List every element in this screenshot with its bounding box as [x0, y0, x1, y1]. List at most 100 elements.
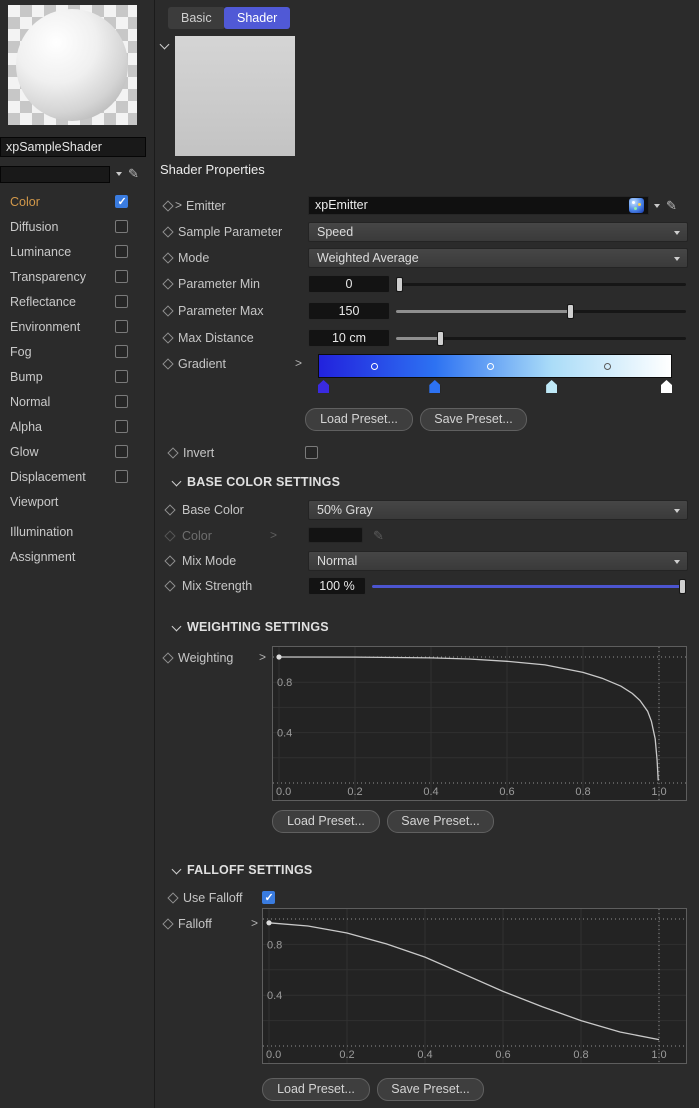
- max-distance-field[interactable]: 10 cm: [308, 329, 390, 347]
- parameter-max-field[interactable]: 150: [308, 302, 390, 320]
- dropdown-caret-icon[interactable]: [116, 172, 122, 176]
- key-diamond-icon[interactable]: [164, 580, 176, 592]
- channel-luminance-checkbox[interactable]: [115, 245, 128, 258]
- section-falloff-settings[interactable]: FALLOFF SETTINGS: [155, 861, 699, 881]
- material-preview[interactable]: [8, 5, 137, 125]
- use-falloff-checkbox[interactable]: [262, 891, 275, 904]
- channel-displacement[interactable]: Displacement: [0, 466, 154, 491]
- edit-pencil-icon[interactable]: ✎: [128, 165, 139, 182]
- shader-preview-swatch[interactable]: [175, 36, 295, 156]
- key-diamond-icon[interactable]: [164, 504, 176, 516]
- key-diamond-icon[interactable]: [162, 305, 174, 317]
- gradient-knot[interactable]: [546, 380, 558, 393]
- slider-knob[interactable]: [679, 579, 686, 594]
- channel-diffusion-checkbox[interactable]: [115, 220, 128, 233]
- load-preset-button[interactable]: Load Preset...: [305, 408, 413, 431]
- gradient-knot[interactable]: [429, 380, 441, 393]
- slider-knob[interactable]: [567, 304, 574, 319]
- mix-mode-dropdown[interactable]: Normal: [308, 551, 688, 571]
- key-diamond-icon[interactable]: [167, 447, 179, 459]
- weighting-curve-editor[interactable]: 0.8 0.4 0.0 0.2 0.4 0.6 0.8 1.0: [272, 646, 687, 801]
- dropdown-caret-icon[interactable]: [654, 204, 660, 208]
- slider-track[interactable]: [396, 283, 686, 286]
- parameter-max-slider[interactable]: [396, 301, 686, 321]
- edit-pencil-icon[interactable]: ✎: [666, 197, 677, 214]
- slider-knob[interactable]: [396, 277, 403, 292]
- key-diamond-icon[interactable]: [164, 555, 176, 567]
- key-diamond-icon[interactable]: [162, 252, 174, 264]
- material-name-field[interactable]: xpSampleShader: [0, 137, 146, 157]
- collapse-chevron-icon[interactable]: [171, 476, 182, 487]
- channel-transparency-checkbox[interactable]: [115, 270, 128, 283]
- gradient-bias-handle[interactable]: [603, 363, 611, 370]
- svg-text:0.6: 0.6: [495, 1049, 510, 1061]
- preview-expand-chevron[interactable]: [159, 39, 170, 50]
- channel-fog-checkbox[interactable]: [115, 345, 128, 358]
- parameter-min-field[interactable]: 0: [308, 275, 390, 293]
- key-diamond-icon[interactable]: [167, 892, 179, 904]
- base-color-dropdown[interactable]: 50% Gray: [308, 500, 688, 520]
- gradient-bias-handle[interactable]: [371, 363, 379, 370]
- channel-color-checkbox[interactable]: [115, 195, 128, 208]
- tab-basic[interactable]: Basic: [168, 7, 225, 29]
- channel-diffusion[interactable]: Diffusion: [0, 216, 154, 241]
- gradient-knot[interactable]: [661, 380, 672, 393]
- save-preset-button[interactable]: Save Preset...: [377, 1078, 484, 1101]
- channel-displacement-checkbox[interactable]: [115, 470, 128, 483]
- parameter-min-slider[interactable]: [396, 274, 686, 294]
- section-weighting-settings[interactable]: WEIGHTING SETTINGS: [155, 618, 699, 638]
- channel-reflectance[interactable]: Reflectance: [0, 291, 154, 316]
- channel-normal[interactable]: Normal: [0, 391, 154, 416]
- channel-glow-checkbox[interactable]: [115, 445, 128, 458]
- gradient-knot[interactable]: [318, 380, 329, 393]
- row-use-falloff: Use Falloff: [155, 888, 699, 908]
- key-diamond-icon[interactable]: [162, 918, 174, 930]
- key-diamond-icon[interactable]: [162, 226, 174, 238]
- channel-normal-checkbox[interactable]: [115, 395, 128, 408]
- collapse-chevron-icon[interactable]: [171, 864, 182, 875]
- channel-transparency[interactable]: Transparency: [0, 266, 154, 291]
- emitter-link-field[interactable]: xpEmitter: [308, 196, 649, 215]
- key-diamond-icon[interactable]: [162, 358, 174, 370]
- expand-arrow-icon[interactable]: >: [251, 916, 258, 930]
- channel-bump[interactable]: Bump: [0, 366, 154, 391]
- channel-alpha[interactable]: Alpha: [0, 416, 154, 441]
- gradient-bias-handle[interactable]: [487, 363, 495, 370]
- channel-reflectance-checkbox[interactable]: [115, 295, 128, 308]
- load-preset-button[interactable]: Load Preset...: [272, 810, 380, 833]
- expand-arrow-icon[interactable]: >: [259, 650, 266, 664]
- channel-fog[interactable]: Fog: [0, 341, 154, 366]
- key-diamond-icon[interactable]: [162, 652, 174, 664]
- invert-checkbox[interactable]: [305, 446, 318, 459]
- channel-environment-checkbox[interactable]: [115, 320, 128, 333]
- sidebar-item-viewport[interactable]: Viewport: [0, 491, 154, 516]
- mix-strength-field[interactable]: 100 %: [308, 577, 366, 595]
- channel-alpha-checkbox[interactable]: [115, 420, 128, 433]
- mix-strength-slider[interactable]: [372, 576, 686, 596]
- max-distance-slider[interactable]: [396, 328, 686, 348]
- sample-parameter-dropdown[interactable]: Speed: [308, 222, 688, 242]
- collapse-chevron-icon[interactable]: [171, 621, 182, 632]
- channel-bump-checkbox[interactable]: [115, 370, 128, 383]
- sidebar-item-illumination[interactable]: Illumination: [0, 521, 154, 546]
- slider-knob[interactable]: [436, 331, 444, 346]
- tab-shader[interactable]: Shader: [224, 7, 291, 29]
- save-preset-button[interactable]: Save Preset...: [420, 408, 527, 431]
- gradient-bar[interactable]: [318, 354, 672, 378]
- expand-arrow-icon[interactable]: >: [175, 198, 182, 212]
- shader-quick-field[interactable]: [0, 166, 110, 183]
- channel-color[interactable]: Color: [0, 191, 154, 216]
- mode-dropdown[interactable]: Weighted Average: [308, 248, 688, 268]
- key-diamond-icon[interactable]: [162, 200, 174, 212]
- save-preset-button[interactable]: Save Preset...: [387, 810, 494, 833]
- load-preset-button[interactable]: Load Preset...: [262, 1078, 370, 1101]
- channel-environment[interactable]: Environment: [0, 316, 154, 341]
- channel-luminance[interactable]: Luminance: [0, 241, 154, 266]
- key-diamond-icon[interactable]: [162, 278, 174, 290]
- falloff-curve-editor[interactable]: 0.8 0.4 0.0 0.2 0.4 0.6 0.8 1.0: [262, 908, 687, 1064]
- channel-glow[interactable]: Glow: [0, 441, 154, 466]
- sidebar-item-assignment[interactable]: Assignment: [0, 546, 154, 571]
- section-base-color-settings[interactable]: BASE COLOR SETTINGS: [155, 473, 699, 493]
- expand-arrow-icon[interactable]: >: [295, 356, 302, 370]
- key-diamond-icon[interactable]: [162, 332, 174, 344]
